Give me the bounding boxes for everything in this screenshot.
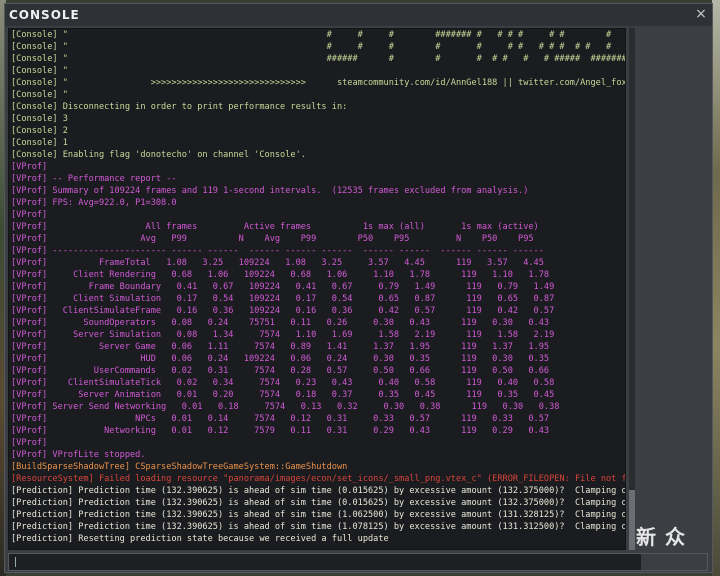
log-line: [VProf] Networking 0.01 0.12 7579 0.11 0… xyxy=(11,426,550,436)
log-line: [Console] " xyxy=(11,66,68,76)
log-line: [Console] " # # # ####### # # # # # # # xyxy=(11,30,612,40)
console-title: CONSOLE xyxy=(5,4,712,26)
log-line: [VProf] xyxy=(11,162,48,172)
log-line: [VProf] VProfLite stopped. xyxy=(11,450,146,460)
console-input-row xyxy=(8,553,708,571)
log-line: [VProf] Avg P99 N Avg P99 P50 P95 N P50 … xyxy=(11,234,534,244)
log-line: [Console] Enabling flag 'donotecho' on c… xyxy=(11,150,306,160)
console-side-panel xyxy=(638,28,710,550)
log-line: [VProf] Summary of 109224 frames and 119… xyxy=(11,186,529,196)
log-line: [Console] " ###### # # # # # # # ##### #… xyxy=(11,54,626,64)
submit-button[interactable] xyxy=(641,554,707,570)
log-line: [VProf] ---------------------- ------ --… xyxy=(11,246,544,256)
log-line: [Prediction] Resetting prediction state … xyxy=(11,534,389,544)
log-line: [VProf] Client Rendering 0.68 1.06 10922… xyxy=(11,270,550,280)
game-background-right xyxy=(712,0,720,576)
log-line: [Console] Disconnecting in order to prin… xyxy=(11,102,348,112)
log-line: [VProf] Server Animation 0.01 0.20 7574 … xyxy=(11,390,555,400)
log-line: [Prediction] Prediction time (132.390625… xyxy=(11,522,626,532)
log-line: [Console] " # # # # # # # # # # # # # xyxy=(11,42,612,52)
scrollbar-thumb[interactable] xyxy=(629,490,635,550)
log-line: [VProf] -- Performance report -- xyxy=(11,174,177,184)
watermark-logo: 新 众 xyxy=(636,525,686,549)
log-line: [VProf] Server Send Networking 0.01 0.18… xyxy=(11,402,560,412)
console-log: [Console] " # # # ####### # # # # # # # [… xyxy=(8,28,626,550)
log-line: [VProf] Frame Boundary 0.41 0.67 109224 … xyxy=(11,282,555,292)
log-scrollbar[interactable] xyxy=(629,28,635,550)
log-line: [Console] " >>>>>>>>>>>>>>>>>>>>>>>>>>>>… xyxy=(11,78,626,88)
log-line: [VProf] Client Simulation 0.17 0.54 1092… xyxy=(11,294,555,304)
log-line: [Console] 3 xyxy=(11,114,68,124)
log-line: [ResourceSystem] Failed loading resource… xyxy=(11,474,626,484)
log-line: [VProf] Server Game 0.06 1.11 7574 0.89 … xyxy=(11,342,550,352)
log-line: [Console] " xyxy=(11,90,68,100)
console-command-input[interactable] xyxy=(13,555,637,571)
log-line: [VProf] FrameTotal 1.08 3.25 109224 1.08… xyxy=(11,258,544,268)
log-line: [VProf] xyxy=(11,438,48,448)
log-line: [VProf] ClientSimulateFrame 0.16 0.36 10… xyxy=(11,306,555,316)
log-line: [Console] 1 xyxy=(11,138,68,148)
log-line: [Prediction] Prediction time (132.390625… xyxy=(11,486,626,496)
log-line: [Console] 2 xyxy=(11,126,68,136)
log-line: [VProf] FPS: Avg=922.0, P1=308.0 xyxy=(11,198,177,208)
log-line: [VProf] All frames Active frames 1s max … xyxy=(11,222,539,232)
log-line: [VProf] HUD 0.06 0.24 109224 0.06 0.24 0… xyxy=(11,354,550,364)
log-line: [VProf] xyxy=(11,210,48,220)
log-line: [Prediction] Prediction time (132.390625… xyxy=(11,498,626,508)
log-line: [BuildSparseShadowTree] CSparseShadowTre… xyxy=(11,462,348,472)
log-line: [VProf] UserCommands 0.02 0.31 7574 0.28… xyxy=(11,366,550,376)
log-line: [VProf] ClientSimulateTick 0.02 0.34 757… xyxy=(11,378,555,388)
close-icon[interactable]: × xyxy=(694,7,708,21)
log-line: [VProf] Server Simulation 0.08 1.34 7574… xyxy=(11,330,555,340)
console-window: CONSOLE × [Console] " # # # ####### # # … xyxy=(4,3,713,573)
log-line: [Prediction] Prediction time (132.390625… xyxy=(11,510,626,520)
log-line: [VProf] NPCs 0.01 0.14 7574 0.12 0.31 0.… xyxy=(11,414,550,424)
log-line: [VProf] SoundOperators 0.08 0.24 75751 0… xyxy=(11,318,550,328)
